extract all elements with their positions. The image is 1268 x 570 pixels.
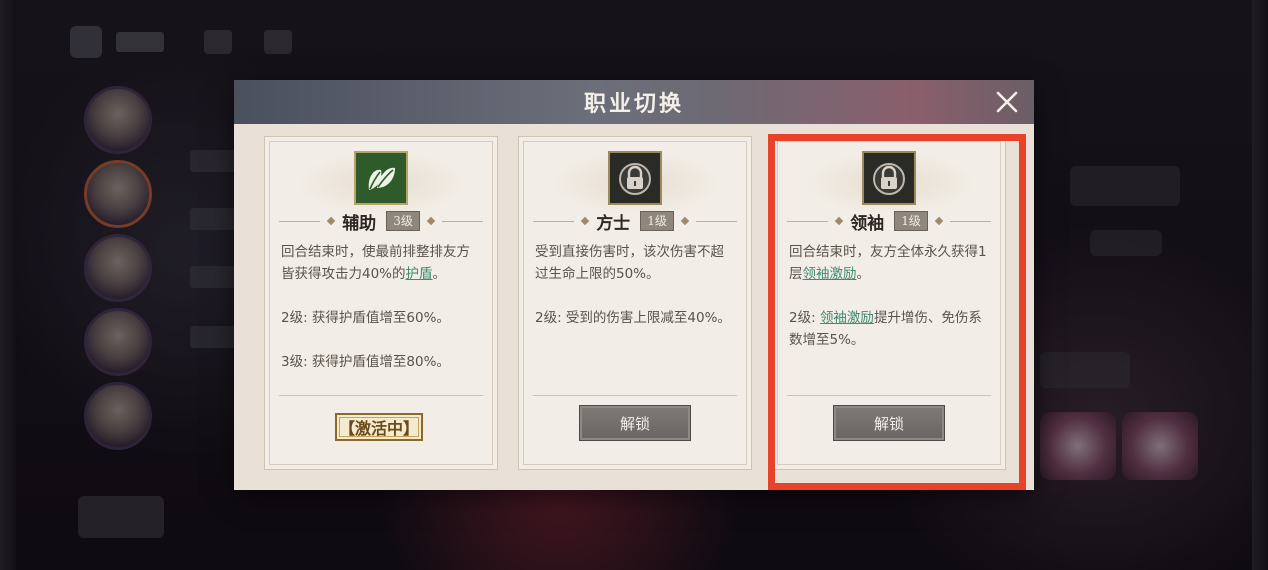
active-status-tag: 【激活中】 (335, 413, 423, 441)
class-name: 方士 (596, 213, 631, 234)
card-divider (533, 395, 737, 396)
class-description: 回合结束时，友方全体永久获得1层领袖激励。 2级: 领袖激励提升增伤、免伤系数增… (789, 241, 991, 351)
leaf-icon (354, 151, 408, 205)
class-name-row: 辅助 3级 (279, 209, 484, 234)
class-name-row: 领袖 1级 (787, 209, 992, 234)
keyword-link[interactable]: 领袖激励 (803, 266, 857, 282)
unlock-button[interactable]: 解锁 (579, 405, 691, 441)
keyword-link[interactable]: 领袖激励 (820, 310, 874, 326)
desc-line: 2级: 获得护盾值增至60%。 (281, 310, 450, 326)
class-name: 辅助 (342, 213, 377, 234)
class-name: 领袖 (850, 213, 885, 234)
close-icon (996, 91, 1018, 113)
class-description: 受到直接伤害时，该次伤害不超过生命上限的50%。 2级: 受到的伤害上限减至40… (535, 241, 737, 329)
desc-line: 回合结束时，使最前排整排友方皆获得攻击力40%的护盾。 (281, 244, 470, 282)
class-card-fangshi[interactable]: 方士 1级 受到直接伤害时，该次伤害不超过生命上限的50%。 2级: 受到的伤害… (518, 136, 752, 470)
level-badge: 1级 (894, 211, 928, 231)
class-card-support[interactable]: 辅助 3级 回合结束时，使最前排整排友方皆获得攻击力40%的护盾。 2级: 获得… (264, 136, 498, 470)
level-badge: 3级 (386, 211, 420, 231)
lock-icon (608, 151, 662, 205)
class-name-row: 方士 1级 (533, 209, 738, 234)
dialog-title: 职业切换 (583, 92, 684, 117)
desc-line: 2级: 受到的伤害上限减至40%。 (535, 310, 731, 326)
close-button[interactable] (994, 89, 1020, 115)
desc-line: 2级: 领袖激励提升增伤、免伤系数增至5%。 (789, 310, 982, 348)
card-divider (787, 395, 991, 396)
desc-line: 回合结束时，友方全体永久获得1层领袖激励。 (789, 244, 987, 282)
class-card-leader[interactable]: 领袖 1级 回合结束时，友方全体永久获得1层领袖激励。 2级: 领袖激励提升增伤… (772, 136, 1006, 470)
desc-line: 受到直接伤害时，该次伤害不超过生命上限的50%。 (535, 244, 724, 282)
dialog-header: 职业切换 (234, 80, 1034, 124)
class-description: 回合结束时，使最前排整排友方皆获得攻击力40%的护盾。 2级: 获得护盾值增至6… (281, 241, 483, 373)
card-divider (279, 395, 483, 396)
lock-icon (862, 151, 916, 205)
keyword-link[interactable]: 护盾 (406, 266, 433, 282)
class-switch-dialog: 职业切换 辅助 3级 回合结束时，使最前排整排友方皆获得攻击力40%的护盾。 2… (234, 80, 1034, 490)
unlock-button[interactable]: 解锁 (833, 405, 945, 441)
level-badge: 1级 (640, 211, 674, 231)
desc-line: 3级: 获得护盾值增至80%。 (281, 354, 450, 370)
